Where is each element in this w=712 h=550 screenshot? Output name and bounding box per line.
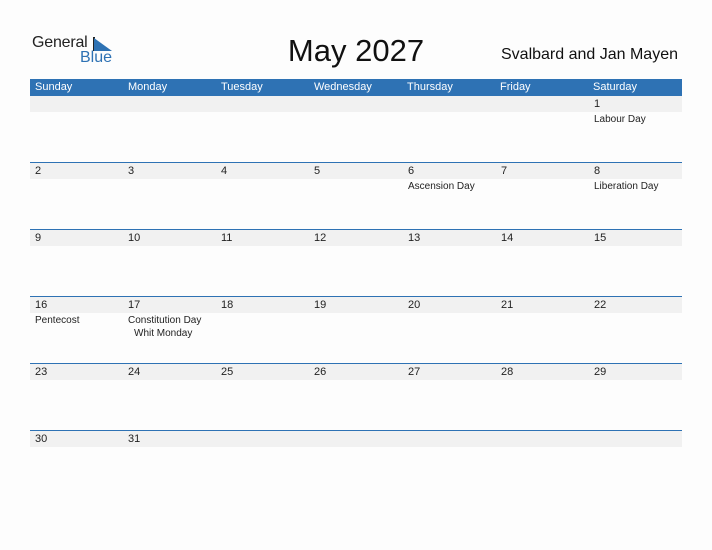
day-cell xyxy=(403,96,496,163)
holiday-label: Ascension Day xyxy=(408,181,475,192)
day-number: 25 xyxy=(221,366,234,378)
weekday-wednesday: Wednesday xyxy=(314,81,372,93)
day-number: 20 xyxy=(408,299,421,311)
day-cell: 25 xyxy=(216,364,309,431)
day-cell: 14 xyxy=(496,230,589,297)
day-number: 2 xyxy=(35,165,42,177)
day-cell xyxy=(123,96,216,163)
day-cell xyxy=(496,431,589,498)
holiday-label: Constitution Day xyxy=(128,315,202,326)
day-number: 8 xyxy=(594,165,601,177)
holiday-label: Liberation Day xyxy=(594,181,659,192)
day-cell: 28 xyxy=(496,364,589,431)
week-row: 30 31 xyxy=(30,430,682,498)
week-row: 2 3 4 5 6 Ascension Day 7 8 Liberation Day xyxy=(30,162,682,230)
day-cell: 26 xyxy=(309,364,402,431)
day-cell: 4 xyxy=(216,163,309,230)
day-cell: 13 xyxy=(403,230,496,297)
day-number: 29 xyxy=(594,366,607,378)
day-cell: 11 xyxy=(216,230,309,297)
day-number: 23 xyxy=(35,366,48,378)
day-number: 9 xyxy=(35,232,42,244)
day-number: 14 xyxy=(501,232,514,244)
day-number: 1 xyxy=(594,98,601,110)
day-cell: 12 xyxy=(309,230,402,297)
day-cell: 15 xyxy=(589,230,682,297)
day-number: 3 xyxy=(128,165,135,177)
weekday-monday: Monday xyxy=(128,81,168,93)
day-cell: 3 xyxy=(123,163,216,230)
day-cell: 19 xyxy=(309,297,402,364)
holiday-label: Labour Day xyxy=(594,114,646,125)
day-cell xyxy=(589,431,682,498)
day-number: 27 xyxy=(408,366,421,378)
day-number: 15 xyxy=(594,232,607,244)
week-row: 16 Pentecost 17 Constitution Day Whit Monday… xyxy=(30,296,682,364)
day-cell: 27 xyxy=(403,364,496,431)
day-number: 26 xyxy=(314,366,327,378)
day-cell: 23 xyxy=(30,364,123,431)
weekday-sunday: Sunday xyxy=(35,81,73,93)
holiday-label: Pentecost xyxy=(35,315,80,326)
weekday-tuesday: Tuesday xyxy=(221,81,263,93)
day-cell: 30 xyxy=(30,431,123,498)
day-cell: 9 xyxy=(30,230,123,297)
day-cell: 21 xyxy=(496,297,589,364)
weekday-thursday: Thursday xyxy=(407,81,453,93)
day-number: 17 xyxy=(128,299,141,311)
region-name: Svalbard and Jan Mayen xyxy=(501,46,678,63)
day-cell: 2 xyxy=(30,163,123,230)
weekday-friday: Friday xyxy=(500,81,531,93)
day-number: 18 xyxy=(221,299,234,311)
day-number: 6 xyxy=(408,165,415,177)
day-cell xyxy=(216,431,309,498)
day-number: 19 xyxy=(314,299,327,311)
day-cell xyxy=(496,96,589,163)
day-number: 13 xyxy=(408,232,421,244)
day-cell: 10 xyxy=(123,230,216,297)
day-number: 5 xyxy=(314,165,321,177)
day-cell: 5 xyxy=(309,163,402,230)
weekday-saturday: Saturday xyxy=(593,81,638,93)
day-cell: 31 xyxy=(123,431,216,498)
weekday-header: Sunday Monday Tuesday Wednesday Thursday… xyxy=(30,79,682,96)
day-cell: 16 Pentecost xyxy=(30,297,123,364)
day-cell xyxy=(403,431,496,498)
day-cell: 1 Labour Day xyxy=(589,96,682,163)
day-number: 4 xyxy=(221,165,228,177)
day-number: 22 xyxy=(594,299,607,311)
day-cell: 8 Liberation Day xyxy=(589,163,682,230)
day-cell xyxy=(309,431,402,498)
day-cell xyxy=(309,96,402,163)
day-number: 31 xyxy=(128,433,141,445)
week-row: 9 10 11 12 13 14 15 xyxy=(30,229,682,297)
day-cell: 17 Constitution Day Whit Monday xyxy=(123,297,216,364)
day-cell: 24 xyxy=(123,364,216,431)
day-number: 7 xyxy=(501,165,508,177)
day-cell: 7 xyxy=(496,163,589,230)
day-cell xyxy=(30,96,123,163)
day-cell xyxy=(216,96,309,163)
day-number: 28 xyxy=(501,366,514,378)
day-number: 12 xyxy=(314,232,327,244)
day-cell: 20 xyxy=(403,297,496,364)
holiday-label: Whit Monday xyxy=(134,328,193,339)
day-number: 16 xyxy=(35,299,48,311)
day-number: 10 xyxy=(128,232,141,244)
week-row: 1 Labour Day xyxy=(30,96,682,163)
day-cell: 6 Ascension Day xyxy=(403,163,496,230)
day-number: 30 xyxy=(35,433,48,445)
day-cell: 29 xyxy=(589,364,682,431)
day-cell: 18 xyxy=(216,297,309,364)
day-cell: 22 xyxy=(589,297,682,364)
day-number: 11 xyxy=(221,232,233,244)
day-number: 21 xyxy=(501,299,514,311)
day-number: 24 xyxy=(128,366,141,378)
week-row: 23 24 25 26 27 28 29 xyxy=(30,363,682,431)
